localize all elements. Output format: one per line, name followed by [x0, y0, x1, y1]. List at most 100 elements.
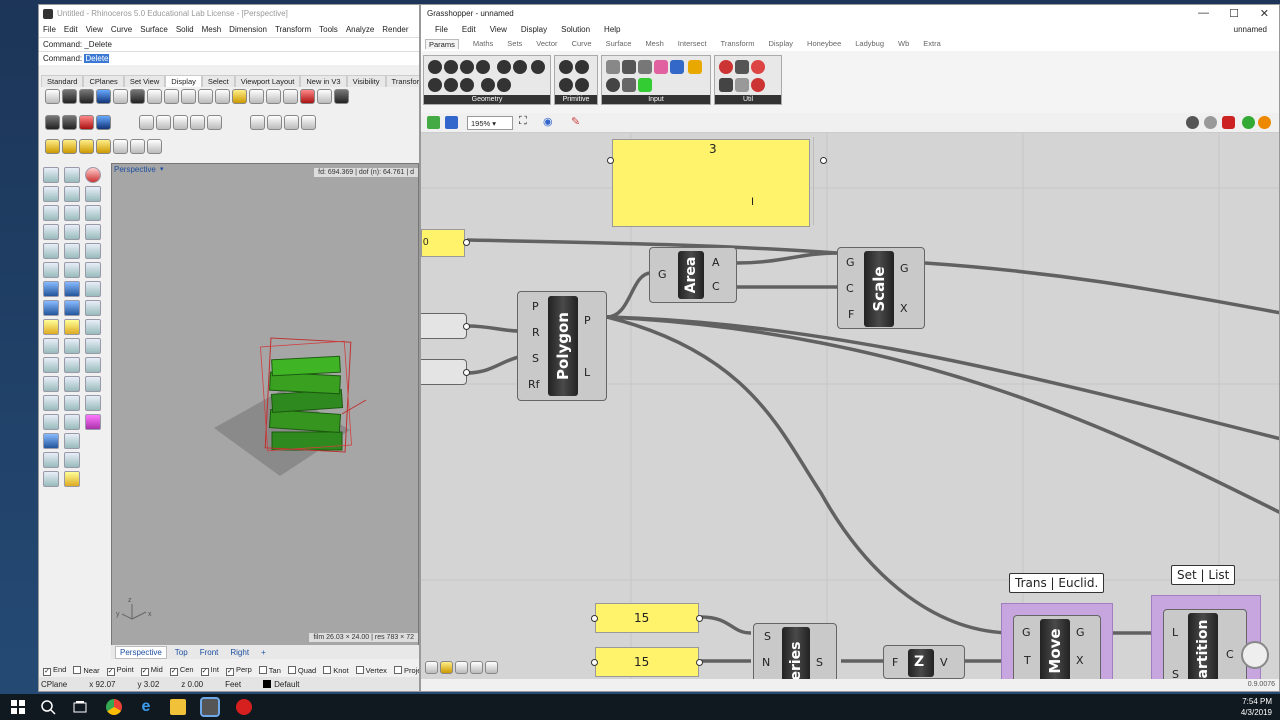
- system-clock[interactable]: 7:54 PM 4/3/2019: [1241, 696, 1272, 718]
- surface-icon[interactable]: [43, 300, 59, 316]
- point-icon[interactable]: [64, 167, 80, 183]
- widget-b-icon[interactable]: [440, 661, 453, 674]
- partition-core[interactable]: artition: [1188, 613, 1218, 681]
- light-bulb-icon[interactable]: [85, 357, 101, 373]
- maximize-icon[interactable]: ☐: [1229, 7, 1239, 20]
- move-output-x[interactable]: X: [1076, 654, 1084, 667]
- join-icon[interactable]: [64, 338, 80, 354]
- tab-set-view[interactable]: Set View: [123, 75, 166, 87]
- partition-component[interactable]: L S artition C: [1163, 609, 1247, 681]
- osnap-checkbox[interactable]: ✓: [106, 667, 115, 676]
- tool-o-icon[interactable]: [62, 139, 77, 154]
- cherry-icon[interactable]: [719, 60, 733, 74]
- osnap-checkbox[interactable]: [323, 665, 332, 674]
- slider-icon[interactable]: [622, 60, 636, 74]
- osnap-knot[interactable]: Knot: [323, 665, 349, 675]
- gh-tab-params[interactable]: Params: [425, 39, 459, 49]
- fitness-icon[interactable]: [751, 60, 765, 74]
- move-icon[interactable]: [43, 357, 59, 373]
- number-panel-2-out-nub[interactable]: [696, 659, 703, 666]
- series-core[interactable]: eries: [782, 627, 810, 681]
- edge-icon[interactable]: e: [138, 699, 154, 715]
- trim-icon[interactable]: [43, 338, 59, 354]
- z-output-v[interactable]: V: [940, 656, 948, 669]
- area-component[interactable]: G Area A C: [649, 247, 737, 303]
- chrome-icon[interactable]: [106, 699, 122, 715]
- rhino-menu-render[interactable]: Render: [382, 25, 408, 35]
- tool-a-icon[interactable]: [45, 115, 60, 130]
- primitive-icon[interactable]: [559, 78, 573, 92]
- polygon-input-s[interactable]: S: [532, 352, 539, 365]
- osnap-near[interactable]: Near: [73, 665, 100, 675]
- osnap-checkbox[interactable]: ✓: [43, 667, 51, 676]
- gh-tab-vector[interactable]: Vector: [536, 39, 557, 49]
- gh-menu-help[interactable]: Help: [604, 25, 620, 35]
- tab-visibility[interactable]: Visibility: [346, 75, 386, 87]
- named-view-icon[interactable]: [317, 89, 332, 104]
- rhino-menu-transform[interactable]: Transform: [275, 25, 311, 35]
- box-icon[interactable]: [43, 281, 59, 297]
- split-icon[interactable]: [64, 319, 80, 335]
- series-output-s[interactable]: S: [816, 656, 823, 669]
- flask-icon[interactable]: [751, 78, 765, 92]
- osnap-checkbox[interactable]: [73, 665, 82, 674]
- document-name[interactable]: unnamed: [1234, 25, 1267, 34]
- z-core[interactable]: Z: [908, 649, 934, 677]
- layer-icon[interactable]: [85, 395, 101, 411]
- relay-icon[interactable]: [735, 78, 749, 92]
- tool-h-icon[interactable]: [190, 115, 205, 130]
- tool-k-icon[interactable]: [267, 115, 282, 130]
- partition-output-c[interactable]: C: [1226, 648, 1234, 661]
- rhino-menu-file[interactable]: File: [43, 25, 56, 35]
- osnap-int[interactable]: ✓ Int: [200, 665, 219, 676]
- zoom-icon[interactable]: [85, 224, 101, 240]
- polygon-core[interactable]: Polygon: [548, 296, 578, 396]
- grid-snap-icon[interactable]: [43, 452, 59, 468]
- rhino-menu-solid[interactable]: Solid: [176, 25, 194, 35]
- rhino-menu-edit[interactable]: Edit: [64, 25, 78, 35]
- tool-n-icon[interactable]: [45, 139, 60, 154]
- tool-e-icon[interactable]: [139, 115, 154, 130]
- xray-icon[interactable]: [113, 89, 128, 104]
- orbit-icon[interactable]: [85, 205, 101, 221]
- sphere-icon[interactable]: [215, 89, 230, 104]
- block-icon[interactable]: [64, 433, 80, 449]
- osnap-checkbox[interactable]: [258, 665, 267, 674]
- arc-icon[interactable]: [64, 205, 80, 221]
- scale-core[interactable]: Scale: [864, 251, 894, 327]
- ground-icon[interactable]: [249, 89, 264, 104]
- tab-viewport-layout[interactable]: Viewport Layout: [234, 75, 301, 87]
- gh-tab-sets[interactable]: Sets: [507, 39, 522, 49]
- tool-b-icon[interactable]: [62, 115, 77, 130]
- param-icon[interactable]: [460, 78, 474, 92]
- swatch-icon[interactable]: [638, 78, 652, 92]
- tool-j-icon[interactable]: [250, 115, 265, 130]
- file-explorer-icon[interactable]: [170, 699, 186, 715]
- primitive-icon[interactable]: [575, 60, 589, 74]
- panel-3-text[interactable]: 3: [709, 142, 717, 156]
- osnap-project[interactable]: Project: [393, 665, 419, 675]
- ortho-icon[interactable]: [64, 452, 80, 468]
- param-icon[interactable]: [428, 60, 442, 74]
- tab-display[interactable]: Display: [165, 75, 202, 87]
- rhino-app-icon[interactable]: [200, 697, 220, 717]
- gh-tab-curve[interactable]: Curve: [572, 39, 592, 49]
- osnap-end[interactable]: ✓ End: [43, 665, 66, 676]
- series-component[interactable]: S N eries S: [753, 623, 837, 681]
- group-icon[interactable]: [43, 433, 59, 449]
- technical-icon[interactable]: [130, 89, 145, 104]
- partition-input-l[interactable]: L: [1172, 626, 1178, 639]
- tool-t-icon[interactable]: [147, 139, 162, 154]
- area-output-a[interactable]: A: [712, 256, 720, 269]
- cage-icon[interactable]: [85, 300, 101, 316]
- tool-m-icon[interactable]: [301, 115, 316, 130]
- select-icon[interactable]: [43, 167, 59, 183]
- scale-component[interactable]: G C F Scale G X: [837, 247, 925, 329]
- graph-icon[interactable]: [688, 60, 703, 74]
- param-icon[interactable]: [497, 60, 511, 74]
- gh-menu-solution[interactable]: Solution: [561, 25, 590, 35]
- move-input-g[interactable]: G: [1022, 626, 1031, 639]
- osnap-tan[interactable]: Tan: [258, 665, 281, 675]
- tool-i-icon[interactable]: [207, 115, 222, 130]
- gh-tab-honeybee[interactable]: Honeybee: [807, 39, 841, 49]
